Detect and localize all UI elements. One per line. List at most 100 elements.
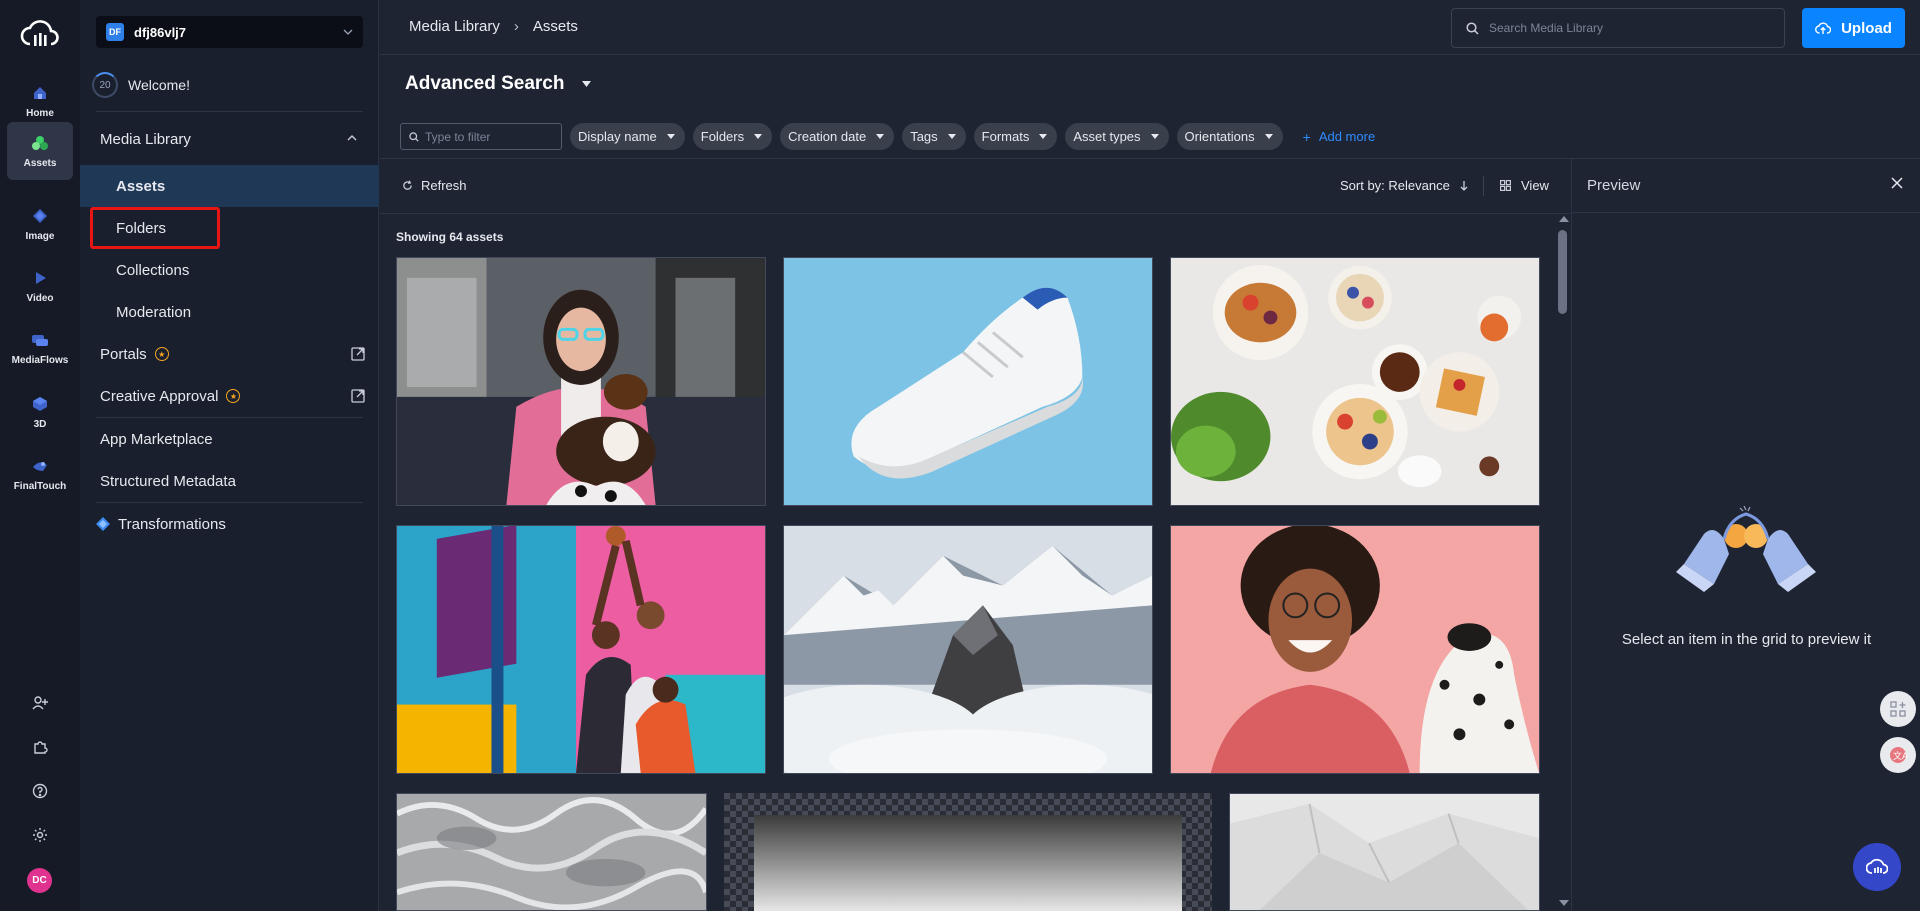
- grid-scrollbar-thumb[interactable]: [1558, 230, 1567, 314]
- nav-transformations-label: Transformations: [118, 515, 226, 533]
- asset-thumbnail-paper[interactable]: [1229, 793, 1540, 911]
- breadcrumb-assets: Assets: [532, 18, 578, 35]
- sort-by-label: Sort by: Relevance: [1340, 178, 1450, 193]
- plus-icon: +: [1302, 128, 1311, 145]
- nav-transformations[interactable]: Transformations: [80, 503, 379, 545]
- rail-item-finaltouch[interactable]: FinalTouch: [7, 445, 73, 503]
- caret-down-icon: [1150, 134, 1159, 139]
- view-label: View: [1521, 178, 1549, 193]
- main-area: Media Library › Assets Upload Advanced S…: [380, 0, 1920, 911]
- crumpled-paper-image: [1230, 794, 1539, 910]
- folders-highlight-box: [90, 207, 220, 249]
- breakfast-table-image: [1171, 258, 1539, 505]
- cloud-name: dfj86vlj7: [134, 24, 187, 40]
- nav-app-marketplace-label: App Marketplace: [100, 430, 213, 448]
- breadcrumb-media-library[interactable]: Media Library: [409, 18, 500, 35]
- white-sneaker-image: [784, 258, 1152, 505]
- invite-user-icon[interactable]: [26, 689, 54, 717]
- filter-chip-display-name[interactable]: Display name: [570, 123, 685, 150]
- help-icon[interactable]: [26, 777, 54, 805]
- refresh-button[interactable]: Refresh: [402, 178, 467, 193]
- scroll-up-arrow-icon[interactable]: [1559, 216, 1569, 222]
- filter-chip-tags[interactable]: Tags: [902, 123, 966, 150]
- add-more-label: Add more: [1318, 129, 1376, 144]
- basketball-players-image: [397, 526, 765, 773]
- breadcrumb-separator: ›: [513, 18, 519, 35]
- rail-item-image[interactable]: Image: [7, 195, 73, 253]
- caret-down-icon: [582, 81, 592, 87]
- add-more-filters-button[interactable]: + Add more: [1303, 129, 1376, 145]
- welcome-item[interactable]: 20 Welcome!: [92, 72, 190, 98]
- rail-label-video: Video: [26, 292, 54, 304]
- settings-gear-icon[interactable]: [26, 821, 54, 849]
- search-icon: [1466, 21, 1479, 35]
- nav-sub-moderation[interactable]: Moderation: [80, 291, 379, 333]
- nav-app-marketplace[interactable]: App Marketplace: [80, 418, 379, 460]
- nav-portals[interactable]: Portals ★: [80, 333, 379, 375]
- support-chat-icon[interactable]: [1853, 843, 1901, 891]
- nav-structured-metadata[interactable]: Structured Metadata: [80, 460, 379, 502]
- filter-input-box: [400, 123, 562, 150]
- advanced-search-title: Advanced Search: [405, 73, 565, 94]
- chip-label: Folders: [700, 129, 745, 144]
- type-to-filter-input[interactable]: [425, 129, 555, 144]
- filter-chip-asset-types[interactable]: Asset types: [1065, 123, 1169, 150]
- search-icon: [409, 131, 419, 142]
- chevron-down-icon: [343, 29, 353, 35]
- asset-thumbnail-woman-dog[interactable]: [396, 257, 766, 506]
- upload-button[interactable]: Upload: [1802, 8, 1905, 48]
- translate-icon[interactable]: 文A: [1880, 737, 1916, 773]
- nav-portals-label: Portals: [100, 345, 147, 363]
- asset-thumbnail-mountains[interactable]: [783, 525, 1153, 774]
- svg-text:文A: 文A: [1893, 750, 1907, 762]
- woman-with-dog-image: [397, 258, 765, 505]
- caret-down-icon: [754, 134, 763, 139]
- nav-sub-collections[interactable]: Collections: [80, 249, 379, 291]
- welcome-progress-ring: 20: [92, 72, 118, 98]
- mediaflows-icon: [31, 331, 49, 349]
- caret-down-icon: [947, 134, 956, 139]
- cloud-selector[interactable]: DF dfj86vlj7: [96, 16, 363, 48]
- chip-label: Asset types: [1073, 129, 1141, 144]
- grid-scrollbar[interactable]: [1556, 213, 1570, 911]
- filter-chip-orientations[interactable]: Orientations: [1176, 123, 1283, 150]
- rail-item-video[interactable]: Video: [7, 257, 73, 315]
- asset-thumbnail-gradient[interactable]: [724, 793, 1212, 911]
- preview-empty-message: Select an item in the grid to preview it: [1621, 631, 1872, 648]
- filter-chip-formats[interactable]: Formats: [973, 123, 1058, 150]
- preview-panel: Preview Select an item in the grid to pr…: [1571, 159, 1920, 911]
- advanced-search-toggle[interactable]: Advanced Search: [405, 73, 592, 95]
- rail-item-mediaflows[interactable]: MediaFlows: [7, 319, 73, 377]
- nav-media-library[interactable]: Media Library: [80, 118, 379, 160]
- water-caustics-image: [397, 794, 706, 910]
- finaltouch-icon: [31, 457, 49, 475]
- asset-thumbnail-basketball[interactable]: [396, 525, 766, 774]
- rail-item-3d[interactable]: 3D: [7, 383, 73, 441]
- asset-thumbnail-water[interactable]: [396, 793, 707, 911]
- video-icon: [31, 269, 49, 287]
- transparent-gradient-image: [724, 793, 1212, 911]
- image-icon: [31, 207, 49, 225]
- rail-label-mediaflows: MediaFlows: [11, 354, 69, 366]
- nav-sub-assets[interactable]: Assets: [80, 165, 379, 207]
- apps-widget-icon[interactable]: [1880, 691, 1916, 727]
- asset-thumbnail-woman-dalmatian[interactable]: [1170, 525, 1540, 774]
- extensions-icon[interactable]: [26, 733, 54, 761]
- nav-media-library-label: Media Library: [100, 130, 191, 148]
- sort-by-dropdown[interactable]: Sort by: Relevance: [1340, 178, 1468, 193]
- user-avatar[interactable]: DC: [27, 868, 52, 893]
- filter-chip-creation-date[interactable]: Creation date: [780, 123, 895, 150]
- nav-creative-approval[interactable]: Creative Approval ★: [80, 375, 379, 417]
- transformations-icon: [96, 517, 110, 531]
- chevron-up-icon: [347, 135, 357, 141]
- asset-thumbnail-sneaker[interactable]: [783, 257, 1153, 506]
- close-icon[interactable]: [1891, 177, 1903, 189]
- filter-chip-folders[interactable]: Folders: [692, 123, 773, 150]
- welcome-label: Welcome!: [128, 77, 190, 93]
- asset-thumbnail-breakfast[interactable]: [1170, 257, 1540, 506]
- scroll-down-arrow-icon[interactable]: [1559, 900, 1569, 906]
- view-toggle[interactable]: View: [1500, 178, 1549, 193]
- cloudinary-logo-icon[interactable]: [20, 18, 60, 50]
- rail-item-assets[interactable]: Assets: [7, 122, 73, 180]
- search-input[interactable]: [1489, 21, 1769, 35]
